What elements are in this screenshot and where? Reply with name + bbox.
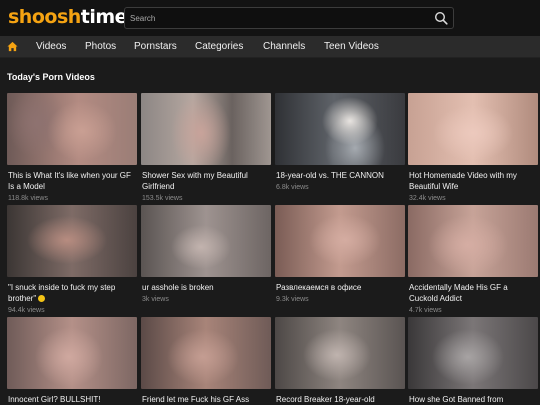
nav-item-pornstars[interactable]: Pornstars — [134, 41, 177, 53]
home-icon[interactable] — [7, 41, 18, 52]
video-thumbnail[interactable] — [141, 317, 271, 389]
section-title: Today's Porn Videos — [7, 72, 95, 82]
video-title[interactable]: 18-year-old vs. THE CANNON — [276, 170, 404, 181]
site-logo[interactable]: shooshtime — [8, 6, 128, 28]
video-thumbnail[interactable] — [7, 205, 137, 277]
video-card[interactable]: Record Breaker 18-year-old — [275, 317, 405, 404]
video-title[interactable]: This is What It's like when your GF Is a… — [8, 170, 136, 192]
video-views: 4.7k views — [409, 307, 442, 314]
video-title[interactable]: Hot Homemade Video with my Beautiful Wif… — [409, 170, 537, 192]
video-card[interactable]: Friend let me Fuck his GF Ass — [141, 317, 271, 404]
video-thumbnail[interactable] — [408, 93, 538, 165]
video-thumbnail[interactable] — [7, 317, 137, 389]
logo-part-1: shoosh — [8, 6, 81, 28]
video-card[interactable]: "I snuck inside to fuck my step brother"… — [7, 205, 137, 314]
nav-item-videos[interactable]: Videos — [36, 41, 66, 53]
nav-item-categories[interactable]: Categories — [195, 41, 243, 53]
nav-item-channels[interactable]: Channels — [263, 41, 305, 53]
video-card[interactable]: Shower Sex with my Beautiful Girlfriend … — [141, 93, 271, 202]
video-views: 118.8k views — [8, 195, 48, 202]
video-thumbnail[interactable] — [408, 317, 538, 389]
smiley-emoji-icon — [38, 295, 46, 302]
video-title[interactable]: "I snuck inside to fuck my step brother" — [8, 282, 136, 304]
video-card[interactable]: Развлекаемся в офисе 9.3k views — [275, 205, 405, 303]
video-thumbnail[interactable] — [275, 317, 405, 389]
video-views: 32.4k views — [409, 195, 446, 202]
video-title[interactable]: ur asshole is broken — [142, 282, 270, 293]
video-card[interactable]: This is What It's like when your GF Is a… — [7, 93, 137, 202]
top-bar: shooshtime — [0, 0, 540, 36]
video-thumbnail[interactable] — [275, 93, 405, 165]
video-views: 3k views — [142, 296, 169, 303]
video-card[interactable]: ur asshole is broken 3k views — [141, 205, 271, 303]
video-thumbnail[interactable] — [141, 93, 271, 165]
video-title[interactable]: Friend let me Fuck his GF Ass — [142, 394, 270, 405]
video-title[interactable]: How she Got Banned from — [409, 394, 537, 405]
search-box — [124, 7, 454, 29]
video-card[interactable]: Hot Homemade Video with my Beautiful Wif… — [408, 93, 538, 202]
main-nav: Videos Photos Pornstars Categories Chann… — [0, 36, 540, 58]
video-thumbnail[interactable] — [408, 205, 538, 277]
nav-item-teen-videos[interactable]: Teen Videos — [324, 41, 379, 53]
video-title[interactable]: Innocent Girl? BULLSHIT! — [8, 394, 136, 405]
video-title[interactable]: Record Breaker 18-year-old — [276, 394, 404, 405]
video-card[interactable]: Accidentally Made His GF a Cuckold Addic… — [408, 205, 538, 314]
video-card[interactable]: How she Got Banned from — [408, 317, 538, 404]
video-title[interactable]: Shower Sex with my Beautiful Girlfriend — [142, 170, 270, 192]
video-title[interactable]: Развлекаемся в офисе — [276, 282, 404, 293]
logo-part-2: time — [80, 6, 128, 28]
video-card[interactable]: Innocent Girl? BULLSHIT! — [7, 317, 137, 404]
video-views: 6.8k views — [276, 184, 309, 191]
video-thumbnail[interactable] — [275, 205, 405, 277]
video-views: 153.5k views — [142, 195, 183, 202]
video-thumbnail[interactable] — [141, 205, 271, 277]
video-views: 94.4k views — [8, 307, 45, 314]
video-title[interactable]: Accidentally Made His GF a Cuckold Addic… — [409, 282, 537, 304]
search-input[interactable] — [130, 11, 420, 25]
search-icon[interactable] — [434, 11, 448, 25]
video-title-text: "I snuck inside to fuck my step brother" — [8, 283, 116, 303]
video-thumbnail[interactable] — [7, 93, 137, 165]
video-card[interactable]: 18-year-old vs. THE CANNON 6.8k views — [275, 93, 405, 191]
nav-item-photos[interactable]: Photos — [85, 41, 116, 53]
video-views: 9.3k views — [276, 296, 309, 303]
